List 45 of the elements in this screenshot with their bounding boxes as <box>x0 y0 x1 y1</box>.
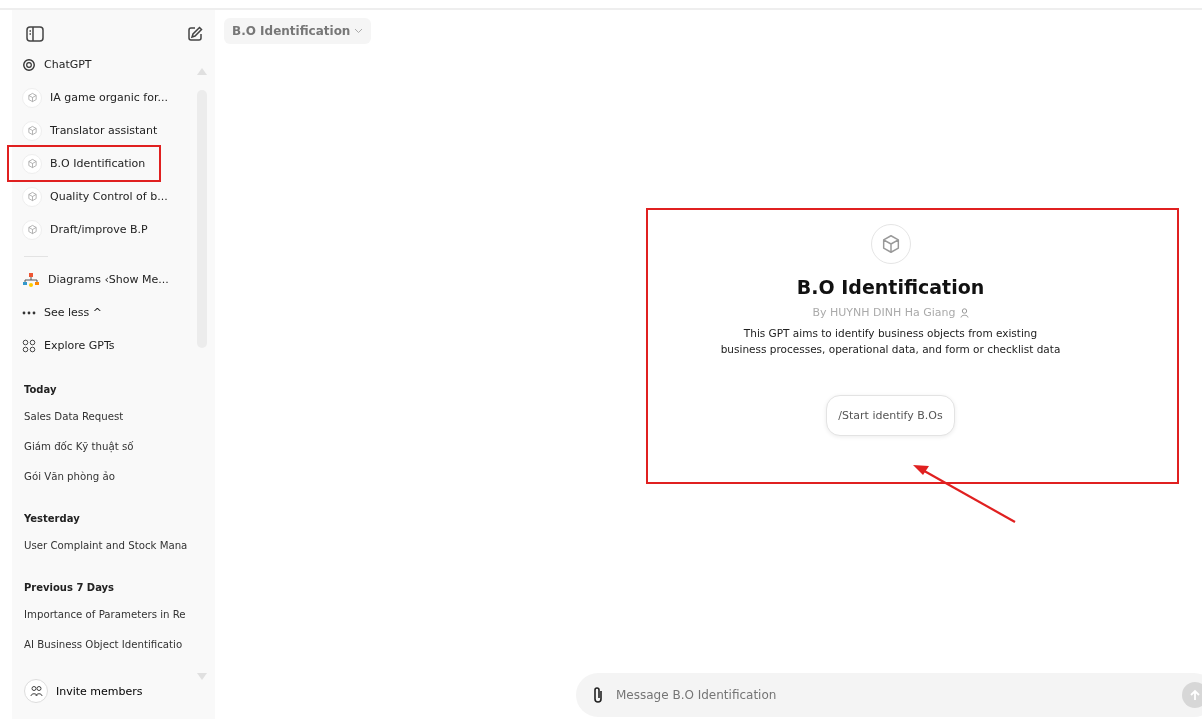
scroll-down-icon[interactable] <box>197 673 207 681</box>
gpt-item[interactable]: ChatGPT <box>18 48 209 81</box>
invite-members-link[interactable]: Invite members <box>56 684 143 698</box>
gpt-item[interactable]: Quality Control of b... <box>18 180 209 213</box>
gpt-description: This GPT aims to identify business objects from existing business processes, operational data, and form or checklist data <box>720 326 1061 357</box>
sidebar-item[interactable]: Explore GPTs <box>18 329 209 362</box>
more-icon <box>22 310 36 315</box>
arrow-up-icon <box>1189 689 1201 701</box>
gpt-item[interactable]: B.O Identification <box>9 147 159 180</box>
gpt-item[interactable]: IA game organic for... <box>18 81 209 114</box>
chevron-icon <box>354 28 364 34</box>
model-dropdown[interactable]: B.O Identification <box>224 18 372 44</box>
message-composer[interactable]: Message B.O Identification <box>576 673 1202 717</box>
person-icon <box>959 307 969 318</box>
diagram-icon <box>22 271 40 288</box>
chat-item[interactable]: Importance of Parameters in Re <box>18 599 209 629</box>
scroll-up-icon[interactable] <box>197 67 207 75</box>
cube-icon <box>26 158 38 169</box>
gpt-item[interactable]: Translator assistant <box>18 114 209 147</box>
sidebar-item[interactable]: Diagrams ‹Show Me... <box>18 263 209 296</box>
sidebar-item[interactable]: See less ^ <box>18 296 209 329</box>
cube-icon <box>26 224 38 235</box>
section-heading: Previous 7 Days <box>23 581 116 595</box>
new-chat-icon[interactable] <box>187 26 203 42</box>
sidebar-toggle-icon[interactable] <box>26 26 44 42</box>
gpt-item[interactable]: Draft/improve B.P <box>18 213 209 246</box>
message-field[interactable]: Message B.O Identification <box>614 687 1172 703</box>
conversation-starter[interactable]: /Start identify B.Os <box>826 395 955 436</box>
logo-icon <box>22 57 36 72</box>
paperclip-icon[interactable] <box>592 686 604 704</box>
send-button[interactable] <box>1182 682 1202 708</box>
cube-icon <box>26 92 38 103</box>
section-heading: Yesterday <box>23 512 81 526</box>
grid-icon <box>22 338 36 353</box>
people-icon <box>29 685 43 697</box>
author-text: By HUYNH DINH Ha Giang <box>812 306 956 319</box>
cube-icon <box>26 191 38 202</box>
gpt-title: B.O Identification <box>796 276 985 298</box>
chat-item[interactable]: Gói Văn phòng ảo <box>18 461 209 491</box>
chat-item[interactable]: Giám đốc Kỹ thuật số <box>18 431 209 461</box>
chat-item[interactable]: Sales Data Request <box>18 401 209 431</box>
chat-item[interactable]: AI Business Object Identificatio <box>18 629 209 659</box>
cube-icon <box>26 125 38 136</box>
chat-item[interactable]: User Complaint and Stock Mana <box>18 530 209 560</box>
section-heading: Today <box>23 383 58 397</box>
